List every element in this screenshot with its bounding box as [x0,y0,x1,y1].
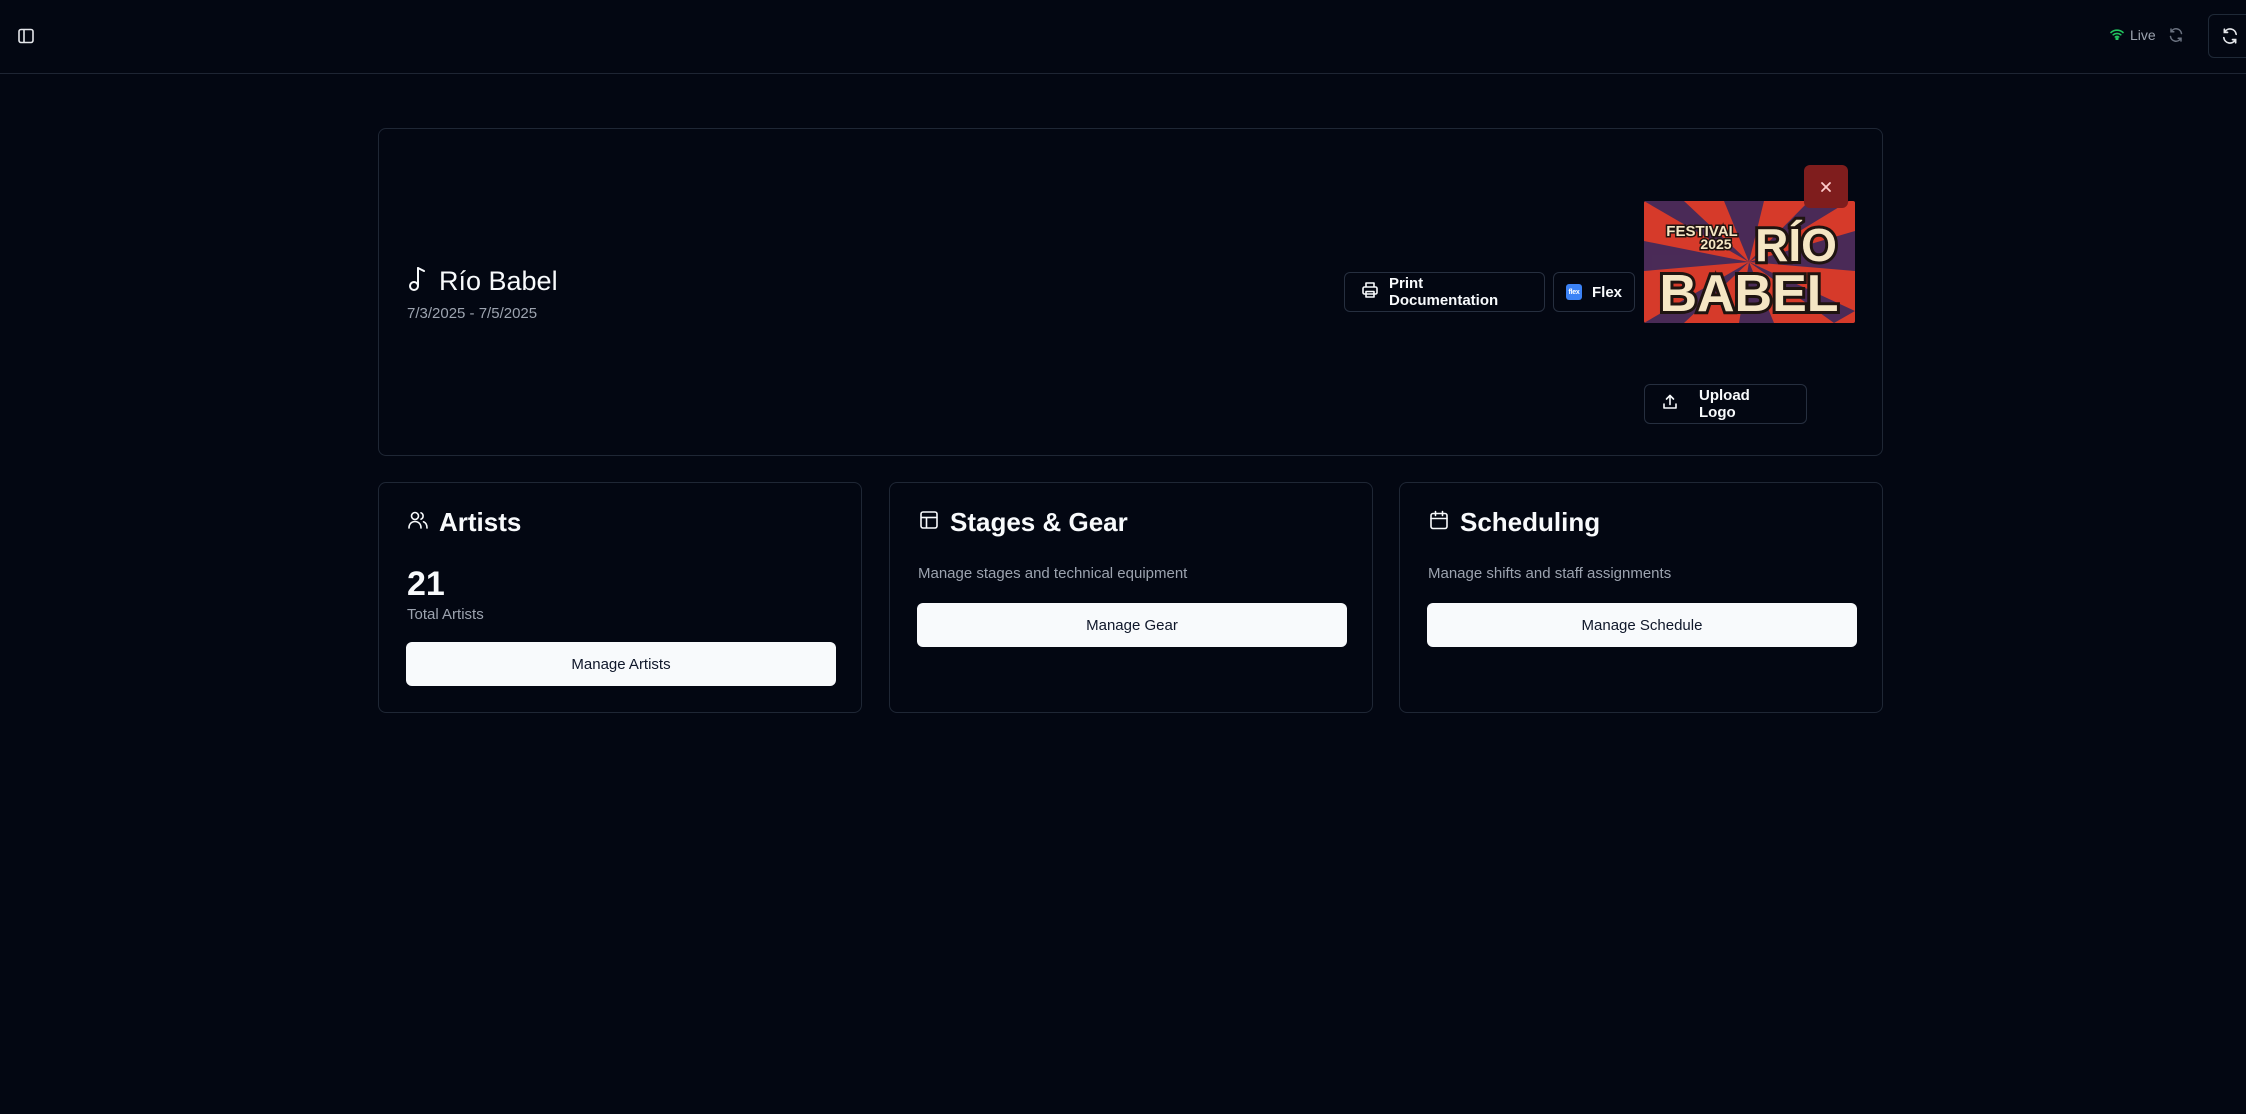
refresh-icon [2222,28,2238,44]
print-documentation-button[interactable]: Print Documentation [1344,272,1545,312]
event-dates: 7/3/2025 - 7/5/2025 [407,305,538,322]
manage-schedule-button[interactable]: Manage Schedule [1427,603,1857,647]
stages-title: Stages & Gear [950,507,1128,537]
close-icon [1821,181,1831,192]
live-label: Live [2130,27,2156,43]
artists-title: Artists [439,507,522,537]
total-artists-count: 21 [407,565,445,603]
refresh-button[interactable] [2208,14,2246,58]
scheduling-description: Manage shifts and staff assignments [1428,565,1672,582]
event-title: Río Babel [407,265,558,298]
upload-logo-button[interactable]: Upload Logo [1644,384,1807,424]
manage-gear-button[interactable]: Manage Gear [917,603,1347,647]
stages-gear-card: Stages & Gear Manage stages and technica… [889,482,1373,713]
remove-logo-button[interactable] [1804,165,1848,208]
refresh-icon[interactable] [2164,23,2188,47]
event-header-card: Río Babel 7/3/2025 - 7/5/2025 Print Docu… [378,128,1883,456]
calendar-icon [1428,509,1450,536]
wifi-icon [2110,27,2124,43]
users-icon [407,509,429,536]
scheduling-heading: Scheduling [1428,507,1600,538]
flex-label: Flex [1591,283,1622,301]
printer-icon [1361,281,1379,303]
scheduling-card: Scheduling Manage shifts and staff assig… [1399,482,1883,713]
stages-description: Manage stages and technical equipment [918,565,1188,582]
total-artists-label: Total Artists [407,606,484,623]
layout-icon [918,509,940,536]
stages-heading: Stages & Gear [918,507,1128,538]
artists-card: Artists 21 Total Artists Manage Artists [378,482,862,713]
flex-logo-icon: flex [1566,284,1582,300]
print-label: Print Documentation [1389,275,1499,309]
logo-text-year: 2025 [1700,236,1731,252]
artists-heading: Artists [407,507,521,538]
logo-text-babel: BABEL [1659,265,1838,323]
flex-button[interactable]: flex Flex [1553,272,1635,312]
top-bar: Live [0,0,2246,74]
scheduling-title: Scheduling [1460,507,1601,537]
music-note-icon [407,265,429,298]
upload-icon [1661,393,1679,415]
manage-artists-button[interactable]: Manage Artists [406,642,836,686]
event-logo: FESTIVAL 2025 RÍO BABEL [1644,201,1855,323]
live-status: Live [2110,24,2156,46]
sidebar-toggle-icon[interactable] [12,22,40,50]
event-name: Río Babel [439,266,558,296]
logo-text-rio: RÍO [1755,219,1837,271]
upload-label: Upload Logo [1699,387,1750,421]
